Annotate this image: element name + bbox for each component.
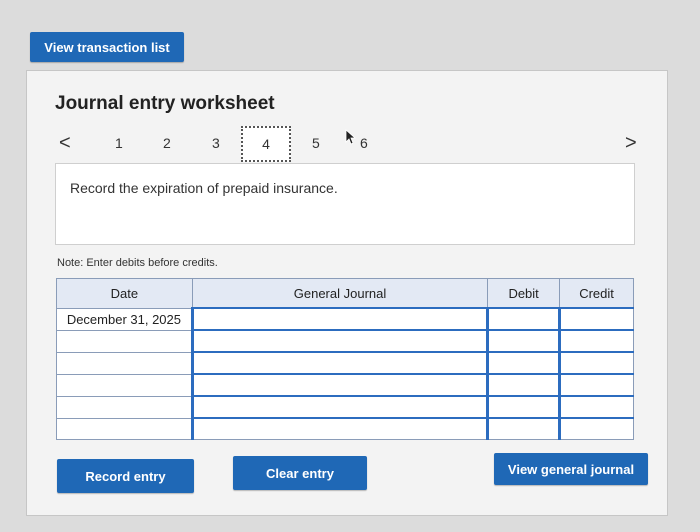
date-cell[interactable] [56,351,193,375]
credit-input[interactable] [558,329,634,353]
table-row [56,417,634,440]
debit-input[interactable] [486,395,561,419]
journal-entry-table: Date General Journal Debit Credit Decemb… [56,278,634,440]
table-row [56,351,634,375]
next-arrow-icon[interactable]: > [625,131,637,155]
credit-input[interactable] [558,351,634,375]
journal-entry-worksheet-panel: Journal entry worksheet < 1 2 3 4 5 6 > … [26,70,668,516]
header-general-journal: General Journal [191,278,489,309]
header-date: Date [56,278,193,309]
view-transaction-list-button[interactable]: View transaction list [30,32,184,62]
record-entry-button[interactable]: Record entry [57,459,194,493]
table-row [56,395,634,419]
page-2[interactable]: 2 [163,135,171,151]
page-6[interactable]: 6 [360,135,368,151]
general-journal-input[interactable] [190,395,489,419]
debit-input[interactable] [486,373,561,397]
date-cell[interactable] [56,395,193,419]
page-3[interactable]: 3 [212,135,220,151]
credit-input[interactable] [558,395,634,419]
clear-entry-button[interactable]: Clear entry [233,456,367,490]
header-debit: Debit [487,278,561,309]
debit-input[interactable] [486,351,561,375]
view-general-journal-button[interactable]: View general journal [494,453,648,485]
page-1[interactable]: 1 [115,135,123,151]
table-row [56,329,634,353]
table-row [56,373,634,397]
general-journal-input[interactable] [190,373,489,397]
date-cell[interactable] [56,329,193,353]
general-journal-input[interactable] [190,417,489,440]
table-row: December 31, 2025 [56,307,634,331]
general-journal-input[interactable] [190,307,489,331]
general-journal-input[interactable] [190,351,489,375]
date-cell[interactable] [56,373,193,397]
page-5[interactable]: 5 [312,135,320,151]
credit-input[interactable] [558,417,634,440]
credit-input[interactable] [558,307,634,331]
worksheet-pagination: < 1 2 3 4 5 6 > [27,126,667,162]
note-text: Note: Enter debits before credits. [57,257,218,269]
debit-input[interactable] [486,329,561,353]
date-cell[interactable] [56,417,193,440]
worksheet-title: Journal entry worksheet [55,93,275,114]
previous-arrow-icon[interactable]: < [59,131,71,155]
general-journal-input[interactable] [190,329,489,353]
instruction-text: Record the expiration of prepaid insuran… [70,180,338,196]
instruction-box: Record the expiration of prepaid insuran… [55,163,635,245]
debit-input[interactable] [486,307,561,331]
debit-input[interactable] [486,417,561,440]
date-cell[interactable]: December 31, 2025 [56,307,193,331]
header-credit: Credit [559,278,634,309]
mouse-cursor-icon [345,129,357,148]
page-4-current[interactable]: 4 [241,126,291,162]
credit-input[interactable] [558,373,634,397]
